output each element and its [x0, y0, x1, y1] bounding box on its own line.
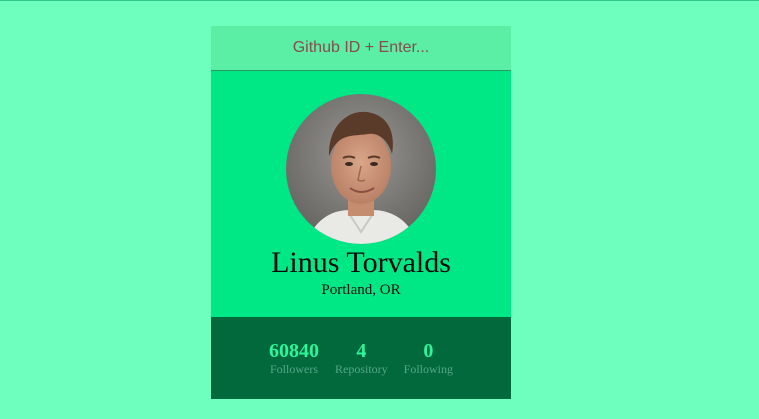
- profile-location: Portland, OR: [321, 282, 401, 298]
- search-bar: [211, 26, 511, 71]
- github-id-input[interactable]: [211, 26, 511, 70]
- repository-count: 4: [356, 340, 367, 362]
- profile-section: Linus Torvalds Portland, OR: [211, 71, 511, 316]
- avatar: [286, 94, 436, 244]
- stat-followers: 60840 Followers: [269, 340, 319, 377]
- profile-name: Linus Torvalds: [271, 246, 451, 279]
- repository-label: Repository: [334, 362, 388, 376]
- followers-label: Followers: [269, 362, 318, 376]
- following-label: Following: [403, 362, 453, 376]
- stat-repository: 4 Repository: [335, 340, 388, 377]
- profile-card: Linus Torvalds Portland, OR 60840 Follow…: [211, 26, 511, 399]
- avatar-portrait: [286, 94, 436, 244]
- stats-bar: 60840 Followers 4 Repository 0 Following: [211, 317, 511, 399]
- followers-count: 60840: [268, 340, 319, 362]
- stat-following: 0 Following: [404, 340, 453, 377]
- following-count: 0: [423, 340, 434, 362]
